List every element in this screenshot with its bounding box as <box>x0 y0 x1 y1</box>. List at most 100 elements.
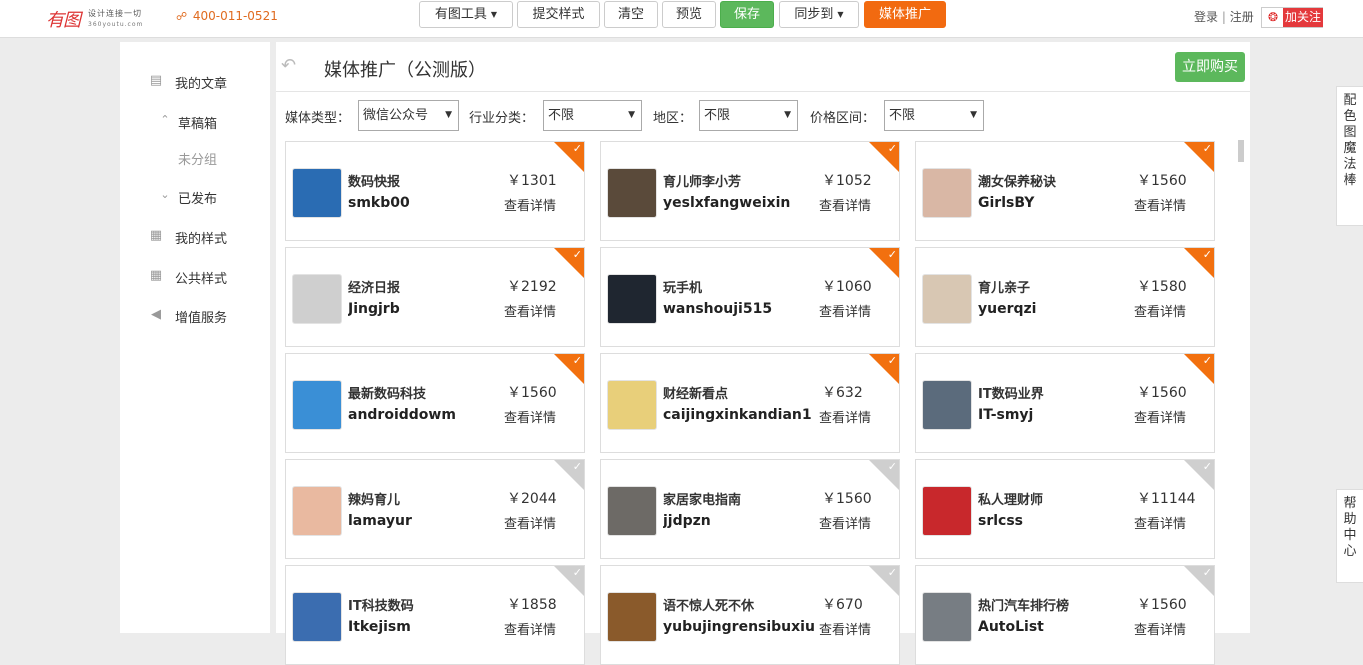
divider <box>276 91 1250 92</box>
sidebar-item-drafts[interactable]: ⌃ 草稿箱 <box>120 111 270 133</box>
media-type-select[interactable]: 微信公众号 ▼ <box>358 100 459 131</box>
media-promotion-button[interactable]: 媒体推广 <box>864 1 946 28</box>
media-price: ￥11144 <box>1137 491 1196 507</box>
media-card[interactable]: ✓ 辣妈育儿 lamayur ￥2044 查看详情 <box>285 459 585 559</box>
media-avatar <box>922 592 972 642</box>
public-style-icon: ▦ <box>149 268 163 283</box>
sidebar-item-my-articles[interactable]: ▤ 我的文章 <box>120 71 270 93</box>
document-icon: ▤ <box>149 73 163 88</box>
media-card[interactable]: ✓ 经济日报 Jingjrb ￥2192 查看详情 <box>285 247 585 347</box>
media-card[interactable]: ✓ 私人理财师 srlcss ￥11144 查看详情 <box>915 459 1215 559</box>
view-details-link[interactable]: 查看详情 <box>1134 619 1186 638</box>
media-avatar <box>607 168 657 218</box>
media-price: ￥670 <box>822 597 863 613</box>
palette-tool-tab[interactable]: 配色图魔法棒 <box>1336 86 1363 226</box>
view-details-link[interactable]: 查看详情 <box>1134 195 1186 214</box>
media-account: lamayur <box>348 513 412 529</box>
weibo-follow-button[interactable]: ❂ 加关注 <box>1261 7 1323 28</box>
price-range-select[interactable]: 不限 ▼ <box>884 100 984 131</box>
select-arrow-icon: ▼ <box>445 110 452 120</box>
region-select[interactable]: 不限 ▼ <box>699 100 798 131</box>
sidebar-item-label: 增值服务 <box>175 311 228 326</box>
media-price: ￥1580 <box>1137 279 1187 295</box>
save-label: 保存 <box>733 7 760 22</box>
check-icon: ✓ <box>572 354 582 367</box>
tools-dropdown-button[interactable]: 有图工具 ▼ <box>419 1 513 28</box>
industry-select[interactable]: 不限 ▼ <box>543 100 642 131</box>
media-price: ￥1560 <box>1137 597 1187 613</box>
view-details-link[interactable]: 查看详情 <box>1134 301 1186 320</box>
media-account: smkb00 <box>348 195 410 211</box>
sidebar-item-label: 草稿箱 <box>178 117 218 132</box>
buy-now-button[interactable]: 立即购买 <box>1175 52 1245 82</box>
filter-label-media-type: 媒体类型： <box>285 111 351 126</box>
save-button[interactable]: 保存 <box>720 1 774 28</box>
check-icon: ✓ <box>1202 248 1212 261</box>
view-details-link[interactable]: 查看详情 <box>819 513 871 532</box>
media-account: srlcss <box>978 513 1024 529</box>
preview-button[interactable]: 预览 <box>662 1 716 28</box>
view-details-link[interactable]: 查看详情 <box>504 407 556 426</box>
sidebar-item-value-added[interactable]: ◀ 增值服务 <box>120 305 270 327</box>
media-card[interactable]: ✓ 育儿师李小芳 yeslxfangweixin ￥1052 查看详情 <box>600 141 900 241</box>
media-name: 潮女保养秘诀 <box>978 175 1057 190</box>
media-avatar <box>607 274 657 324</box>
view-details-link[interactable]: 查看详情 <box>819 195 871 214</box>
select-value: 不限 <box>704 108 731 123</box>
login-link[interactable]: 登录 <box>1194 10 1218 24</box>
media-card[interactable]: ✓ 热门汽车排行榜 AutoList ￥1560 查看详情 <box>915 565 1215 665</box>
submit-style-button[interactable]: 提交样式 <box>517 1 600 28</box>
media-card[interactable]: ✓ 家居家电指南 jjdpzn ￥1560 查看详情 <box>600 459 900 559</box>
media-account: IT-smyj <box>978 407 1034 423</box>
media-account: caijingxinkandian1 <box>663 407 812 423</box>
media-card[interactable]: ✓ 玩手机 wanshouji515 ￥1060 查看详情 <box>600 247 900 347</box>
media-card[interactable]: ✓ 数码快报 smkb00 ￥1301 查看详情 <box>285 141 585 241</box>
media-card[interactable]: ✓ IT数码业界 IT-smyj ￥1560 查看详情 <box>915 353 1215 453</box>
check-icon: ✓ <box>887 566 897 579</box>
register-link[interactable]: 注册 <box>1230 10 1254 24</box>
media-price: ￥2192 <box>507 279 557 295</box>
media-avatar <box>922 274 972 324</box>
sidebar-item-ungrouped[interactable]: 未分组 <box>120 147 270 169</box>
logo[interactable]: 有图 设计连接一切 360youtu.com <box>46 6 158 32</box>
media-name: IT科技数码 <box>348 599 414 614</box>
view-details-link[interactable]: 查看详情 <box>504 195 556 214</box>
sidebar-item-label: 我的文章 <box>175 77 228 92</box>
scrollbar-thumb[interactable] <box>1238 140 1244 162</box>
media-card[interactable]: ✓ IT科技数码 Itkejism ￥1858 查看详情 <box>285 565 585 665</box>
media-card[interactable]: ✓ 语不惊人死不休 yubujingrensibuxiu ￥670 查看详情 <box>600 565 900 665</box>
check-icon: ✓ <box>572 248 582 261</box>
view-details-link[interactable]: 查看详情 <box>819 619 871 638</box>
sidebar-item-published[interactable]: ⌄ 已发布 <box>120 186 270 208</box>
media-card[interactable]: ✓ 财经新看点 caijingxinkandian1 ￥632 查看详情 <box>600 353 900 453</box>
media-account: wanshouji515 <box>663 301 773 317</box>
media-price: ￥1301 <box>507 173 557 189</box>
view-details-link[interactable]: 查看详情 <box>1134 407 1186 426</box>
view-details-link[interactable]: 查看详情 <box>819 301 871 320</box>
view-details-link[interactable]: 查看详情 <box>819 407 871 426</box>
media-card[interactable]: ✓ 育儿亲子 yuerqzi ￥1580 查看详情 <box>915 247 1215 347</box>
media-avatar <box>292 592 342 642</box>
view-details-link[interactable]: 查看详情 <box>1134 513 1186 532</box>
logo-mark: 有图 <box>46 10 81 31</box>
clear-button[interactable]: 清空 <box>604 1 658 28</box>
view-details-link[interactable]: 查看详情 <box>504 513 556 532</box>
check-icon: ✓ <box>887 354 897 367</box>
back-arrow-icon[interactable]: ↶ <box>281 55 296 76</box>
media-card[interactable]: ✓ 最新数码科技 androiddowm ￥1560 查看详情 <box>285 353 585 453</box>
view-details-link[interactable]: 查看详情 <box>504 301 556 320</box>
view-details-link[interactable]: 查看详情 <box>504 619 556 638</box>
media-price: ￥2044 <box>507 491 557 507</box>
media-name: 财经新看点 <box>663 387 729 402</box>
select-arrow-icon: ▼ <box>628 110 635 120</box>
sync-dropdown-button[interactable]: 同步到 ▼ <box>779 1 859 28</box>
chevron-down-icon: ⌄ <box>160 188 170 201</box>
check-icon: ✓ <box>887 460 897 473</box>
select-value: 微信公众号 <box>363 108 429 123</box>
media-card[interactable]: ✓ 潮女保养秘诀 GirlsBY ￥1560 查看详情 <box>915 141 1215 241</box>
help-center-tab[interactable]: 帮助中心 <box>1336 489 1363 583</box>
sidebar-item-my-styles[interactable]: ▦ 我的样式 <box>120 226 270 248</box>
media-name: 育儿亲子 <box>978 281 1031 296</box>
check-icon: ✓ <box>1202 566 1212 579</box>
sidebar-item-public-styles[interactable]: ▦ 公共样式 <box>120 266 270 288</box>
